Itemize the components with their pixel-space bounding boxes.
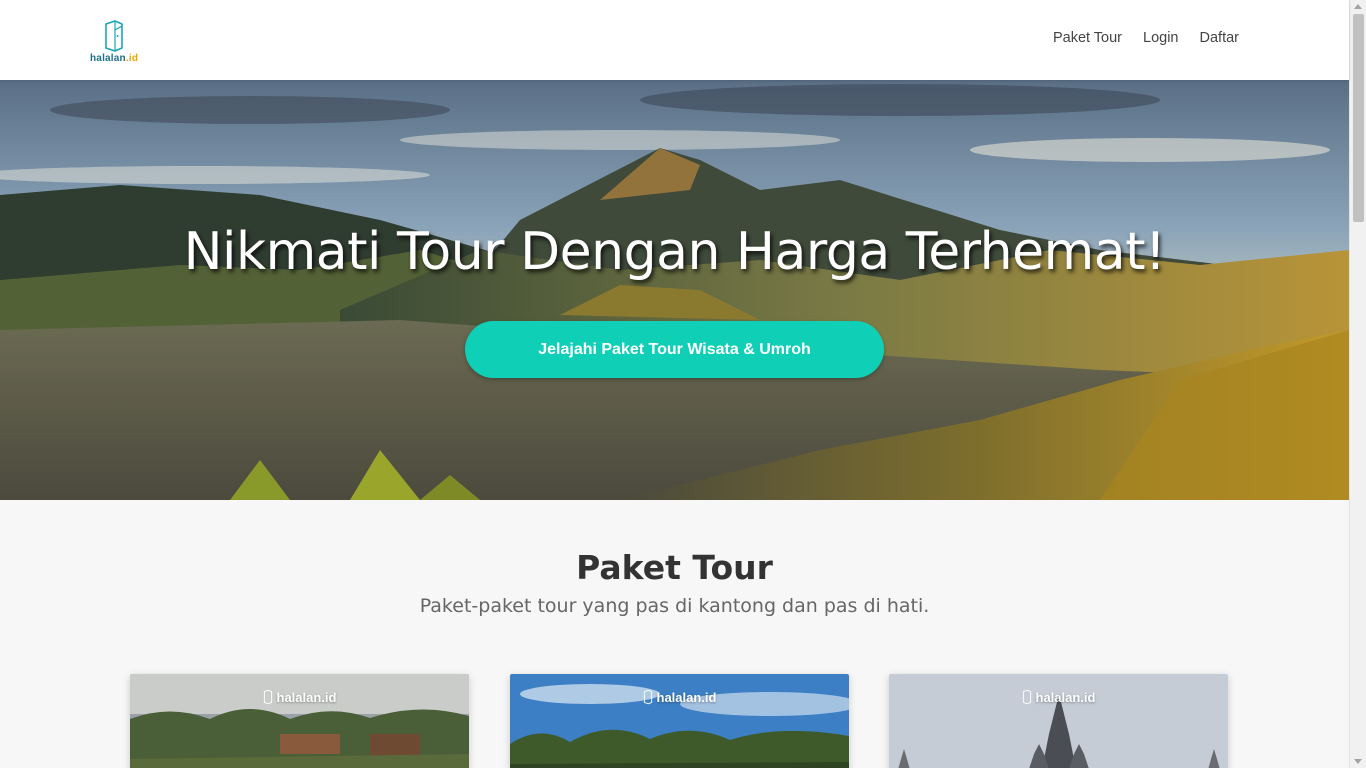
brand-logo[interactable]: halalan.id xyxy=(90,20,138,70)
scroll-down-icon[interactable] xyxy=(1354,759,1362,764)
scroll-thumb[interactable] xyxy=(1353,14,1364,222)
hero-mountain-image xyxy=(0,80,1349,500)
hero-title: Nikmati Tour Dengan Harga Terhemat! xyxy=(183,222,1166,282)
nav-login[interactable]: Login xyxy=(1143,30,1178,46)
nav-paket-tour[interactable]: Paket Tour xyxy=(1053,30,1122,46)
tour-card-2[interactable]: halalan.id xyxy=(510,674,849,768)
halalan-door-icon xyxy=(643,689,652,705)
halalan-door-icon xyxy=(105,20,123,52)
scroll-up-icon[interactable] xyxy=(1354,4,1362,9)
explore-tour-button[interactable]: Jelajahi Paket Tour Wisata & Umroh xyxy=(465,321,884,378)
main-nav: Paket Tour Login Daftar xyxy=(1053,30,1239,46)
card-watermark: halalan.id xyxy=(130,689,469,705)
top-navbar: halalan.id Paket Tour Login Daftar xyxy=(0,0,1349,80)
hero-banner: Nikmati Tour Dengan Harga Terhemat! Jela… xyxy=(0,80,1349,500)
halalan-door-icon xyxy=(1022,689,1031,705)
nav-daftar[interactable]: Daftar xyxy=(1200,30,1240,46)
tour-card-3[interactable]: halalan.id xyxy=(889,674,1228,768)
page-scrollbar[interactable] xyxy=(1349,0,1366,768)
tour-card-1[interactable]: halalan.id xyxy=(130,674,469,768)
brand-wordmark: halalan.id xyxy=(90,53,139,64)
card-watermark: halalan.id xyxy=(510,689,849,705)
card-watermark: halalan.id xyxy=(889,689,1228,705)
section-subtitle: Paket-paket tour yang pas di kantong dan… xyxy=(419,595,930,617)
halalan-door-icon xyxy=(263,689,272,705)
section-title: Paket Tour xyxy=(576,548,773,587)
